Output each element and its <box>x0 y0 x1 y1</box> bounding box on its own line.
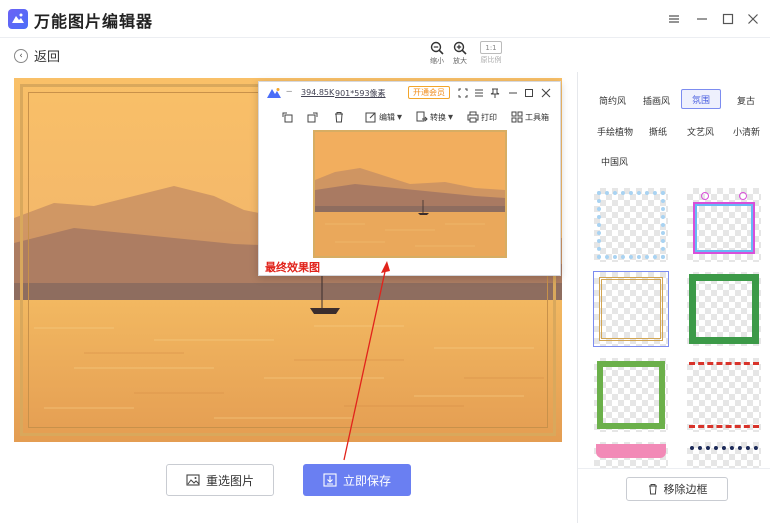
save-button[interactable]: 立即保存 <box>303 464 411 496</box>
toolbar: ‹ 返回 缩小 放大 1:1 原比例 <box>0 38 770 72</box>
rotate-right-icon <box>307 112 318 123</box>
trash-icon <box>335 112 343 123</box>
rotate-right-button[interactable] <box>307 111 319 123</box>
fullscreen-icon[interactable] <box>457 87 469 99</box>
print-button[interactable]: 打印 <box>467 111 497 123</box>
toolbox-button[interactable]: 工具箱 <box>511 111 549 123</box>
rotate-left-button[interactable] <box>281 111 293 123</box>
frame-thumbnail[interactable] <box>687 272 761 346</box>
rotate-left-icon <box>282 112 293 123</box>
caret-down-icon: ▾ <box>448 111 454 123</box>
convert-icon <box>416 111 428 122</box>
close-icon[interactable] <box>540 87 552 99</box>
zoom-in-button[interactable]: 放大 <box>447 41 473 66</box>
reselect-image-button[interactable]: 重选图片 <box>166 464 274 496</box>
zoom-in-icon <box>453 41 467 55</box>
frame-thumbnail[interactable] <box>594 188 668 262</box>
category-chinese-style[interactable]: 中国风 <box>596 151 633 171</box>
preview-header: ‒ 394.85K 901*593像素 开通会员 <box>259 82 562 104</box>
remove-frame-button[interactable]: 移除边框 <box>626 477 728 501</box>
viewer-logo-icon <box>267 88 281 98</box>
frame-thumbnail[interactable] <box>594 442 668 468</box>
delete-button[interactable] <box>333 111 345 123</box>
ratio-label: 原比例 <box>480 56 502 64</box>
frame-thumbnail[interactable] <box>594 358 668 432</box>
image-dimensions: 901*593像素 <box>335 89 386 98</box>
image-icon <box>186 474 200 486</box>
zoom-in-label: 放大 <box>453 57 467 65</box>
remove-frame-label: 移除边框 <box>663 483 708 496</box>
zoom-out-icon <box>430 41 444 55</box>
category-literary[interactable]: 文艺风 <box>682 121 719 141</box>
toolbox-label: 工具箱 <box>525 112 549 122</box>
panel-footer: 移除边框 <box>578 468 770 523</box>
maximize-button[interactable] <box>718 9 738 29</box>
save-label: 立即保存 <box>342 473 391 488</box>
zoom-out-label: 缩小 <box>430 57 444 65</box>
chevron-left-icon: ‹ <box>14 48 28 63</box>
trash-icon <box>648 484 657 495</box>
category-fresh[interactable]: 小清新 <box>728 121 765 141</box>
convert-button[interactable]: 转换 ▾ <box>416 111 453 123</box>
category-retro[interactable]: 复古 <box>732 90 760 110</box>
reselect-label: 重选图片 <box>205 473 254 488</box>
preview-toolbar: 编辑 ▾ 转换 ▾ 打印 工具箱 <box>259 109 562 127</box>
file-size: 394.85K <box>301 88 335 97</box>
frame-panel: 简约风 插画风 氛围 复古 手绘植物 撕纸 文艺风 小清新 中国风 移除边框 <box>577 72 770 523</box>
category-atmosphere[interactable]: 氛围 <box>681 89 721 109</box>
menu-icon[interactable] <box>473 87 485 99</box>
edit-icon <box>365 112 376 123</box>
category-simple[interactable]: 简约风 <box>594 90 631 110</box>
category-illustration[interactable]: 插画风 <box>638 90 675 110</box>
minimize-icon[interactable] <box>507 87 519 99</box>
app-logo-icon <box>8 9 28 29</box>
minimize-button[interactable] <box>692 9 712 29</box>
annotation-arrow <box>343 261 390 461</box>
separator: ‒ <box>286 86 293 97</box>
back-button[interactable]: ‹ 返回 <box>14 46 60 65</box>
original-ratio-button[interactable]: 1:1 原比例 <box>478 41 504 65</box>
app-title: 万能图片编辑器 <box>34 12 154 31</box>
close-button[interactable] <box>743 9 763 29</box>
edit-button[interactable]: 编辑 ▾ <box>365 111 402 123</box>
printer-icon <box>467 111 479 123</box>
final-result-annotation: 最终效果图 <box>265 261 320 274</box>
convert-label: 转换 <box>430 112 446 122</box>
edit-label: 编辑 <box>379 112 395 122</box>
grid-icon <box>511 111 523 123</box>
download-icon <box>323 473 337 487</box>
category-hand-drawn-plants[interactable]: 手绘植物 <box>592 121 638 141</box>
caret-down-icon: ▾ <box>397 111 403 123</box>
category-torn-paper[interactable]: 撕纸 <box>644 121 672 141</box>
preview-window: ‒ 394.85K 901*593像素 开通会员 编辑 ▾ 转换 ▾ 打印 工具… <box>258 81 561 276</box>
print-label: 打印 <box>481 112 497 122</box>
frame-thumbnail[interactable] <box>687 442 761 468</box>
result-preview-image <box>313 130 507 258</box>
title-bar: 万能图片编辑器 <box>0 0 770 38</box>
pin-icon[interactable] <box>489 87 501 99</box>
vip-button[interactable]: 开通会员 <box>408 86 450 99</box>
skin-icon[interactable] <box>664 9 684 29</box>
maximize-icon[interactable] <box>523 87 535 99</box>
ratio-icon: 1:1 <box>480 41 502 54</box>
frame-thumbnail[interactable] <box>687 188 761 262</box>
frame-thumbnail-selected[interactable] <box>593 271 669 347</box>
frame-thumbnail[interactable] <box>687 358 761 432</box>
back-label: 返回 <box>34 50 61 65</box>
